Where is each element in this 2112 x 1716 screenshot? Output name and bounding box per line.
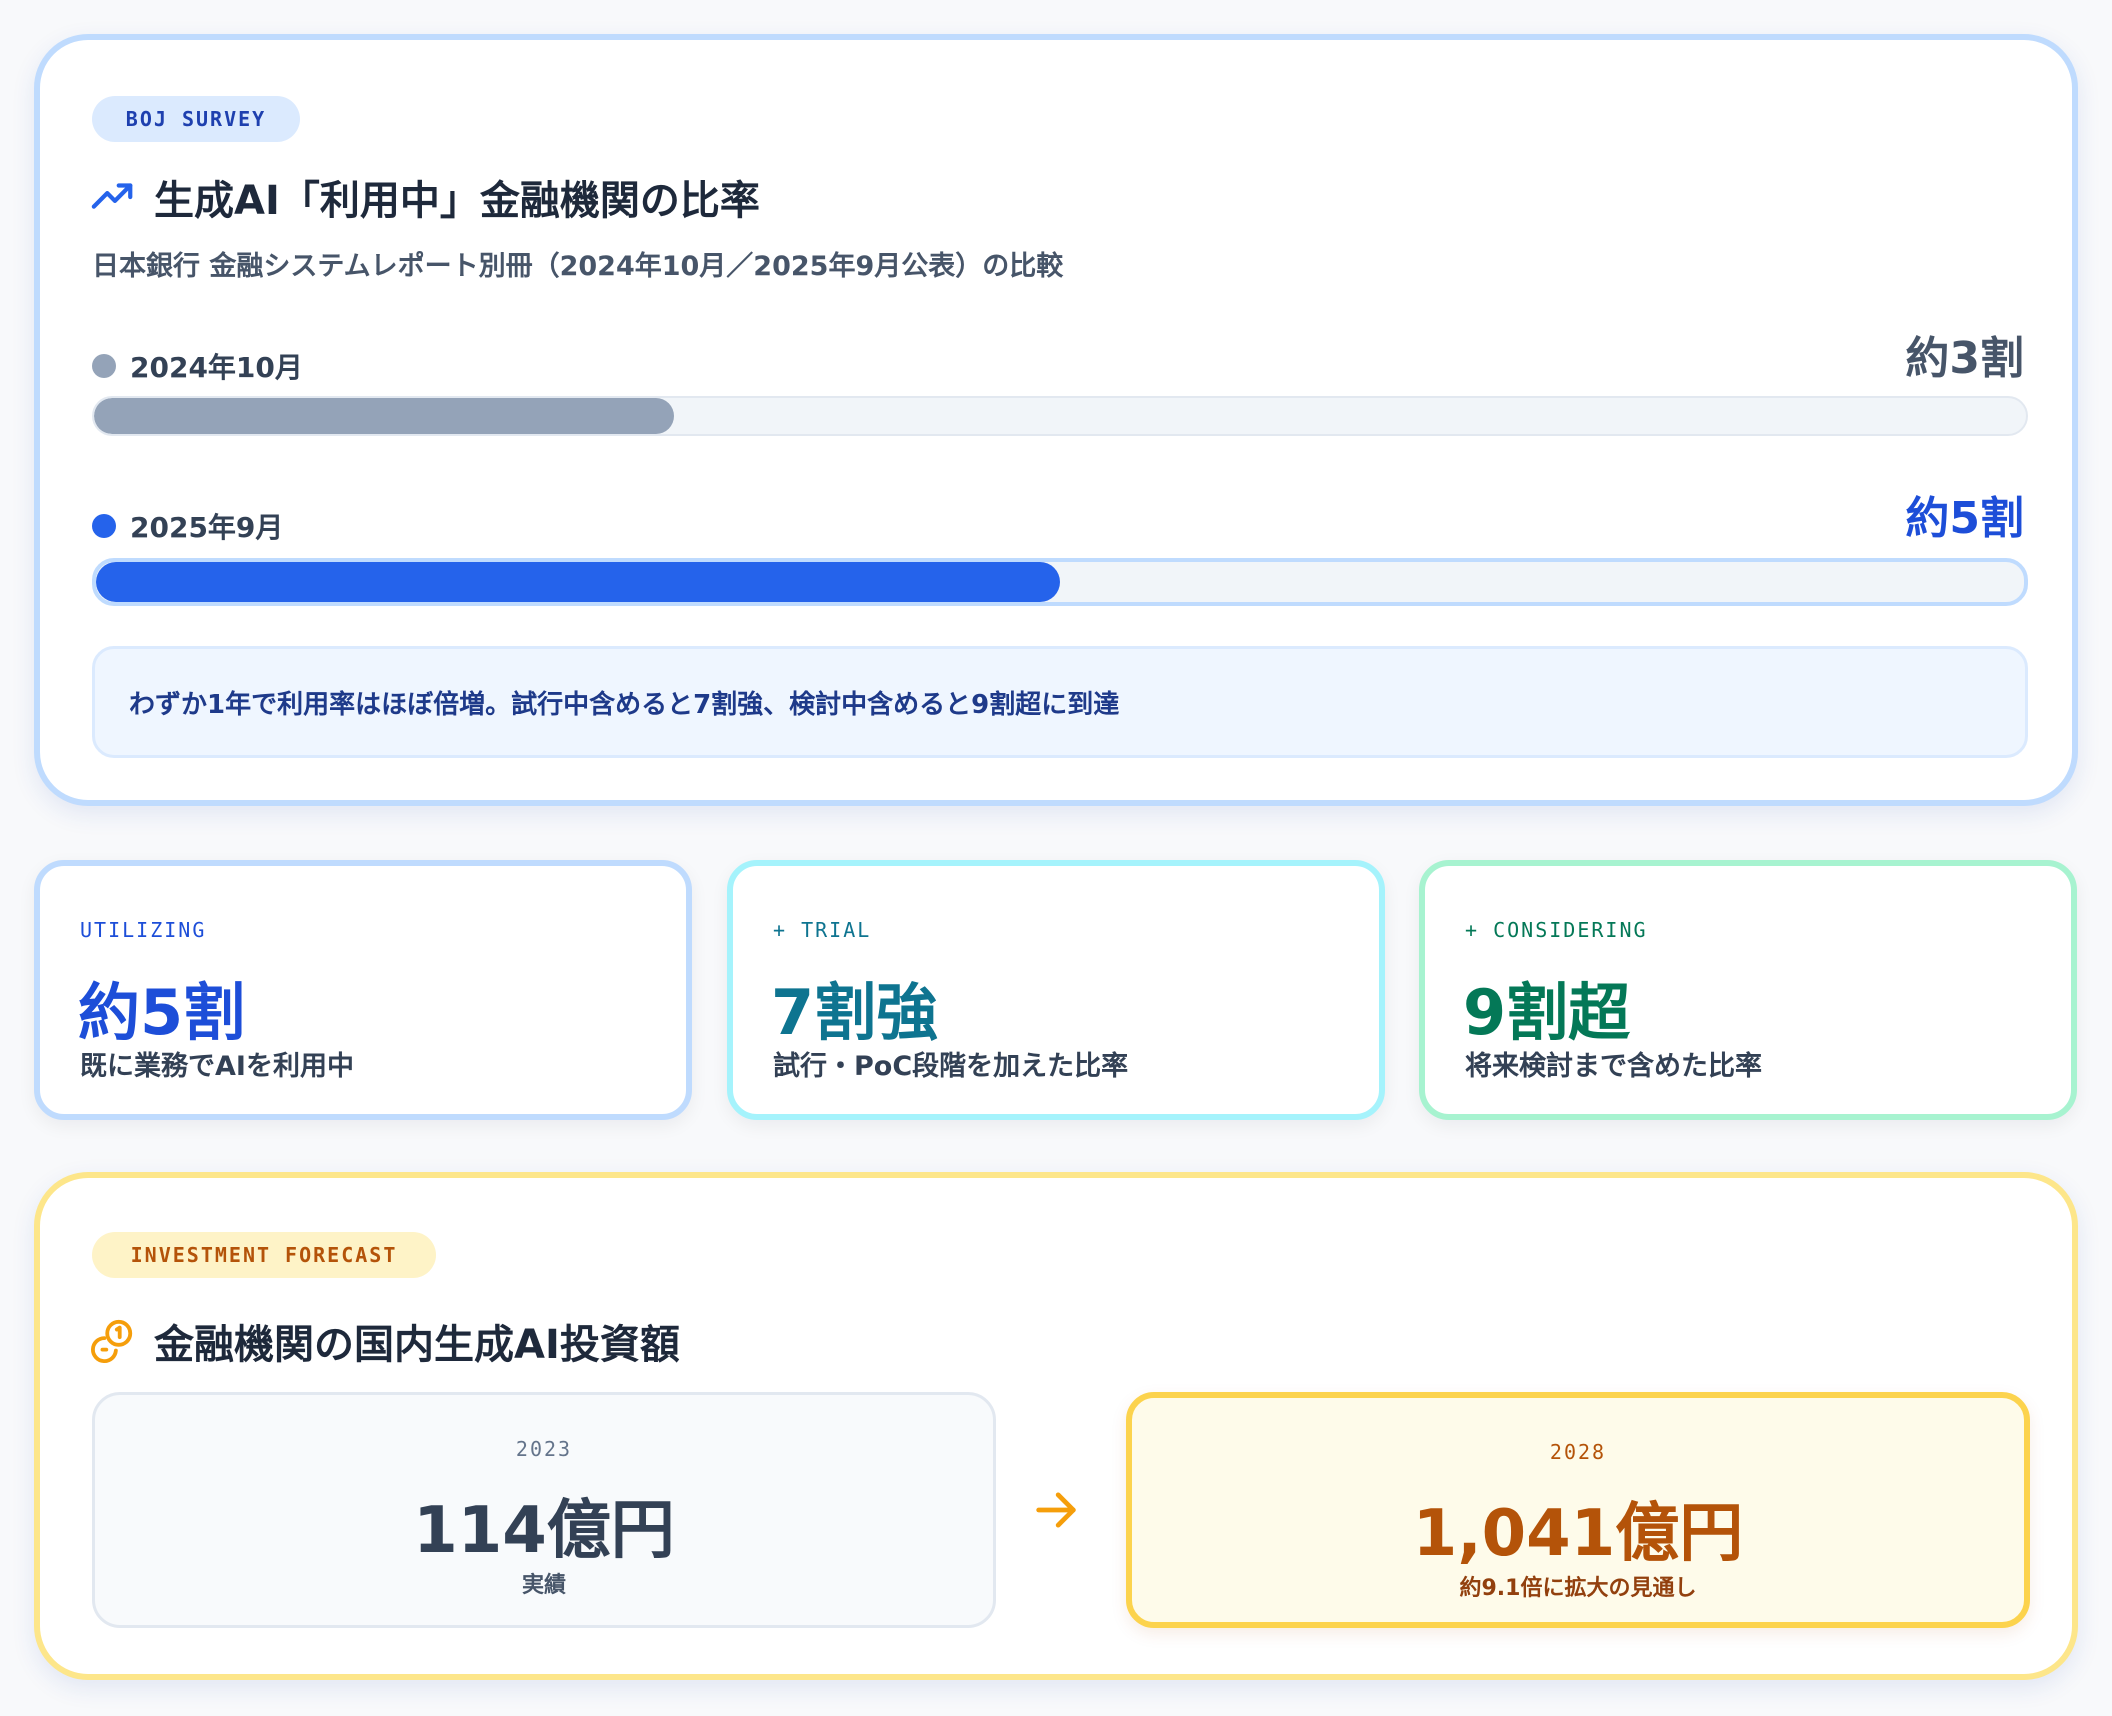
- stat-card-trial: + TRIAL 7割強 試行・PoC段階を加えた比率: [727, 860, 1385, 1120]
- forecast-badge: INVESTMENT FORECAST: [92, 1232, 436, 1278]
- row-2025-label-text: 2025年9月: [130, 511, 284, 544]
- survey-note: わずか1年で利用率はほぼ倍増。試行中含めると7割強、検討中含めると9割超に到達: [92, 646, 2028, 758]
- forecast-caption: 実績: [521, 1573, 566, 1598]
- progress-fill-2025: [96, 562, 1060, 602]
- progress-track-2024: [92, 396, 2028, 436]
- arrow-right-icon: [1036, 1492, 1076, 1528]
- survey-subtitle: 日本銀行 金融システムレポート別冊（2024年10月／2025年9月公表）の比較: [92, 251, 1064, 282]
- stat-desc: 既に業務でAIを利用中: [80, 1051, 354, 1082]
- forecast-caption: 約9.1倍に拡大の見通し: [1459, 1576, 1697, 1601]
- row-2024-value: 約3割: [1905, 333, 2024, 384]
- survey-title: 生成AI「利用中」金融機関の比率: [90, 168, 760, 226]
- progress-track-2025: [92, 558, 2028, 606]
- survey-badge: BOJ SURVEY: [92, 96, 300, 142]
- trending-up-icon: [91, 183, 133, 209]
- stat-card-utilizing: UTILIZING 約5割 既に業務でAIを利用中: [34, 860, 692, 1120]
- row-2025-dot: [92, 514, 116, 538]
- row-2024-dot: [92, 354, 116, 378]
- row-2025-value: 約5割: [1905, 493, 2024, 544]
- forecast-year: 2028: [1549, 1440, 1607, 1464]
- stat-desc: 将来検討まで含めた比率: [1465, 1051, 1762, 1082]
- forecast-amount: 114億円: [413, 1494, 675, 1568]
- stat-kicker: + TRIAL: [773, 918, 872, 942]
- survey-card: BOJ SURVEY 生成AI「利用中」金融機関の比率 日本銀行 金融システムレ…: [34, 34, 2078, 806]
- forecast-2028-box: 2028 1,041億円 約9.1倍に拡大の見通し: [1126, 1392, 2030, 1628]
- stat-kicker: UTILIZING: [80, 918, 207, 942]
- forecast-2023-box: 2023 114億円 実績: [92, 1392, 996, 1628]
- progress-fill-2024: [94, 398, 674, 434]
- forecast-amount: 1,041億円: [1412, 1497, 1744, 1571]
- stat-value: 7割強: [771, 976, 939, 1049]
- forecast-card: INVESTMENT FORECAST 金融機関の国内生成AI投資額 2023 …: [34, 1172, 2078, 1680]
- row-2024-label-text: 2024年10月: [130, 351, 303, 384]
- row-2024-label: 2024年10月: [92, 346, 303, 386]
- stat-kicker: + CONSIDERING: [1465, 918, 1648, 942]
- stat-desc: 試行・PoC段階を加えた比率: [773, 1051, 1129, 1082]
- row-2025-label: 2025年9月: [92, 506, 283, 546]
- forecast-title: 金融機関の国内生成AI投資額: [90, 1312, 680, 1370]
- stat-value: 約5割: [78, 976, 246, 1049]
- stat-card-considering: + CONSIDERING 9割超 将来検討まで含めた比率: [1419, 860, 2077, 1120]
- survey-title-text: 生成AI「利用中」金融機関の比率: [154, 178, 760, 224]
- stat-value: 9割超: [1463, 976, 1631, 1049]
- coins-icon: [91, 1319, 133, 1364]
- forecast-title-text: 金融機関の国内生成AI投資額: [154, 1322, 680, 1368]
- forecast-year: 2023: [515, 1437, 573, 1461]
